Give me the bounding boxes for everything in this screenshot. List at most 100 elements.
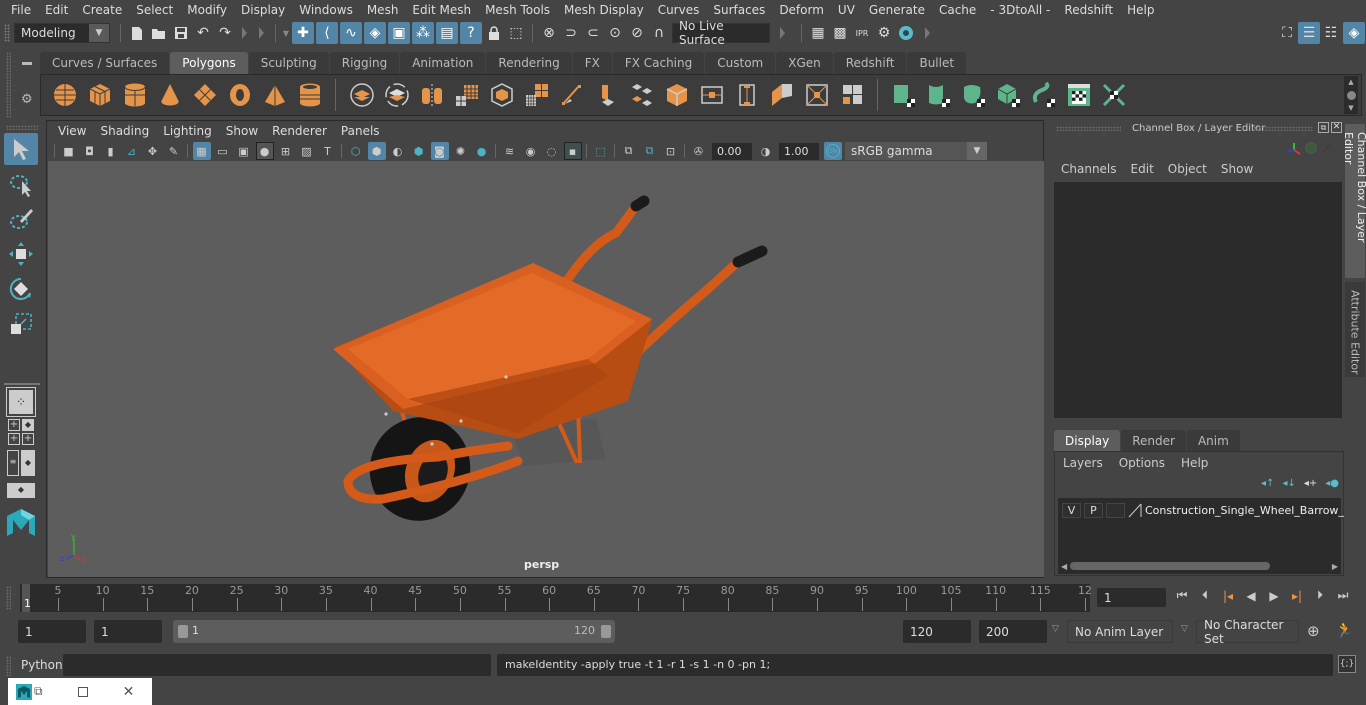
step-forward-key-icon[interactable]: ▸| xyxy=(1287,589,1307,603)
depth-of-field-icon[interactable]: ▪ xyxy=(563,142,582,160)
menu-cache[interactable]: Cache xyxy=(932,3,983,17)
menu-windows[interactable]: Windows xyxy=(292,3,360,17)
menu-surfaces[interactable]: Surfaces xyxy=(706,3,772,17)
select-misc-icon[interactable]: ? xyxy=(460,22,482,44)
make-live-icon[interactable]: ⊘ xyxy=(626,22,648,44)
wireframe-icon[interactable]: ⬡ xyxy=(347,142,365,160)
viewport-menu-show[interactable]: Show xyxy=(219,124,265,138)
panel-grip[interactable] xyxy=(1056,126,1121,131)
textured-icon[interactable]: ◙ xyxy=(430,142,449,160)
layer-color-swatch-icon[interactable] xyxy=(1128,502,1142,518)
layer-display-type-toggle[interactable] xyxy=(1106,502,1125,518)
channel-box-toggle-icon[interactable]: ◈ xyxy=(1343,22,1365,44)
planar-uv-icon[interactable] xyxy=(889,80,919,110)
layer-row[interactable]: V P Construction_Single_Wheel_Barrow_ xyxy=(1062,502,1344,518)
wheelbarrow-model[interactable] xyxy=(48,161,1044,577)
viewport-menu-lighting[interactable]: Lighting xyxy=(156,124,219,138)
bridge-icon[interactable] xyxy=(627,80,657,110)
shelf-tab-xgen[interactable]: XGen xyxy=(776,52,833,74)
use-all-lights-icon[interactable]: ✺ xyxy=(452,142,470,160)
menu-edit[interactable]: Edit xyxy=(38,3,75,17)
poly-sphere-icon[interactable] xyxy=(50,80,80,110)
restore-window-icon[interactable]: ⧉ xyxy=(34,684,43,699)
color-management-toggle[interactable]: ON xyxy=(823,142,842,160)
workspace-menu-set-dropdown[interactable]: Modeling ▼ xyxy=(14,23,110,43)
go-to-start-icon[interactable]: ⏮ xyxy=(1172,588,1192,603)
gamma-icon[interactable]: ◑ xyxy=(757,142,775,160)
scroll-up-icon[interactable]: ▲ xyxy=(1348,78,1353,86)
render-view-icon[interactable]: ▦ xyxy=(807,22,829,44)
open-scene-icon[interactable] xyxy=(148,22,170,44)
menu-file[interactable]: File xyxy=(4,3,38,17)
contour-stretch-uv-icon[interactable] xyxy=(1029,80,1059,110)
channel-link-icon[interactable]: ⟋ xyxy=(1323,142,1331,156)
select-by-component-icon[interactable]: ∿ xyxy=(340,22,362,44)
anim-layer-dropdown[interactable]: No Anim Layer xyxy=(1067,620,1173,643)
film-gate-icon[interactable]: ▭ xyxy=(214,142,232,160)
cb-menu-object[interactable]: Object xyxy=(1161,162,1214,176)
layer-tab-display[interactable]: Display xyxy=(1054,430,1121,451)
rotate-tool[interactable] xyxy=(4,273,38,305)
3d-viewport-persp[interactable]: y x z persp xyxy=(48,161,1044,577)
play-backwards-icon[interactable]: ◀ xyxy=(1241,589,1261,603)
animation-preferences-icon[interactable]: 🏃 xyxy=(1335,621,1354,639)
layer-list-hscrollbar[interactable]: ◀ ▶ xyxy=(1058,560,1341,572)
poly-pyramid-icon[interactable] xyxy=(260,80,290,110)
automatic-uv-icon[interactable] xyxy=(994,80,1024,110)
collapse-arrow-icon[interactable] xyxy=(259,27,264,39)
shelf-tab-rendering[interactable]: Rendering xyxy=(486,52,572,74)
shelf-menu-icon[interactable] xyxy=(22,62,32,65)
persp-graph-layout-button[interactable]: ◆ xyxy=(4,481,38,503)
float-panel-icon[interactable]: ⧉ xyxy=(1318,122,1329,133)
snap-magnet-icon[interactable]: ∩ xyxy=(648,22,670,44)
fill-hole-icon[interactable] xyxy=(837,80,867,110)
character-set-dropdown[interactable]: No Character Set xyxy=(1196,618,1299,646)
menu-redshift[interactable]: Redshift xyxy=(1057,3,1120,17)
shelf-grip[interactable] xyxy=(6,52,11,118)
layer-menu-options[interactable]: Options xyxy=(1111,456,1173,470)
playback-end-field[interactable]: 120 xyxy=(903,620,971,643)
outliner-persp-layout-button[interactable]: ≡ ◆ xyxy=(4,448,38,478)
auto-key-icon[interactable]: ⊕ xyxy=(1307,622,1320,640)
modeling-toolkit-icon[interactable]: ⛶ xyxy=(1276,22,1298,44)
menu-mesh[interactable]: Mesh xyxy=(360,3,406,17)
bookmarks-icon[interactable]: ▮ xyxy=(102,142,120,160)
layer-tab-anim[interactable]: Anim xyxy=(1186,430,1240,451)
select-points-icon[interactable]: ◈ xyxy=(364,22,386,44)
menu-3dtoall[interactable]: - 3DtoAll - xyxy=(983,3,1057,17)
multi-cut-icon[interactable] xyxy=(557,80,587,110)
collapse-arrow-icon[interactable] xyxy=(780,27,785,39)
cb-menu-edit[interactable]: Edit xyxy=(1124,162,1161,176)
insert-edge-loop-icon[interactable] xyxy=(697,80,727,110)
shelf-settings-gear-icon[interactable]: ⚙ xyxy=(21,92,33,107)
cylindrical-uv-icon[interactable] xyxy=(924,80,954,110)
shelf-tab-polygons[interactable]: Polygons xyxy=(170,52,248,74)
single-perspective-layout-button[interactable]: ⁘ xyxy=(4,387,38,417)
select-tool[interactable] xyxy=(4,133,38,165)
select-by-object-type-icon[interactable]: ⟨ xyxy=(316,22,338,44)
menu-uv[interactable]: UV xyxy=(831,3,862,17)
resolution-gate-icon[interactable]: ▣ xyxy=(235,142,253,160)
xray-active-components-icon[interactable]: ⧉ xyxy=(641,142,659,160)
select-by-hierarchy-icon[interactable]: ✚ xyxy=(292,22,314,44)
new-layer-from-selected-icon[interactable]: ◂● xyxy=(1325,478,1339,489)
safe-action-icon[interactable]: ▨ xyxy=(298,142,316,160)
exposure-field[interactable]: 0.00 xyxy=(712,142,752,160)
shelf-scrollbar[interactable]: ▲ ▼ xyxy=(1344,76,1358,114)
toolbox-grip[interactable] xyxy=(6,125,38,130)
xray-icon[interactable]: ⧉ xyxy=(620,142,638,160)
go-to-end-icon[interactable]: ⏭ xyxy=(1333,588,1353,603)
snap-to-point-icon[interactable]: ⊂ xyxy=(582,22,604,44)
shelf-tab-rigging[interactable]: Rigging xyxy=(329,52,400,74)
camera-attributes-icon[interactable]: ◘ xyxy=(81,142,99,160)
scroll-down-icon[interactable]: ▼ xyxy=(1348,104,1353,112)
viewport-menu-panels[interactable]: Panels xyxy=(334,124,387,138)
side-tab-attribute-editor[interactable]: Attribute Editor xyxy=(1345,282,1365,377)
scale-tool[interactable] xyxy=(4,308,38,340)
select-joints-icon[interactable]: ⁂ xyxy=(412,22,434,44)
character-set-dropdown-arrow-icon[interactable]: ▽ xyxy=(1181,624,1188,634)
step-forward-frame-icon[interactable]: ⏵ xyxy=(1310,588,1330,603)
new-scene-icon[interactable] xyxy=(126,22,148,44)
grid-toggle-icon[interactable]: ▦ xyxy=(192,142,211,160)
collapse-arrow-icon[interactable] xyxy=(925,27,930,39)
